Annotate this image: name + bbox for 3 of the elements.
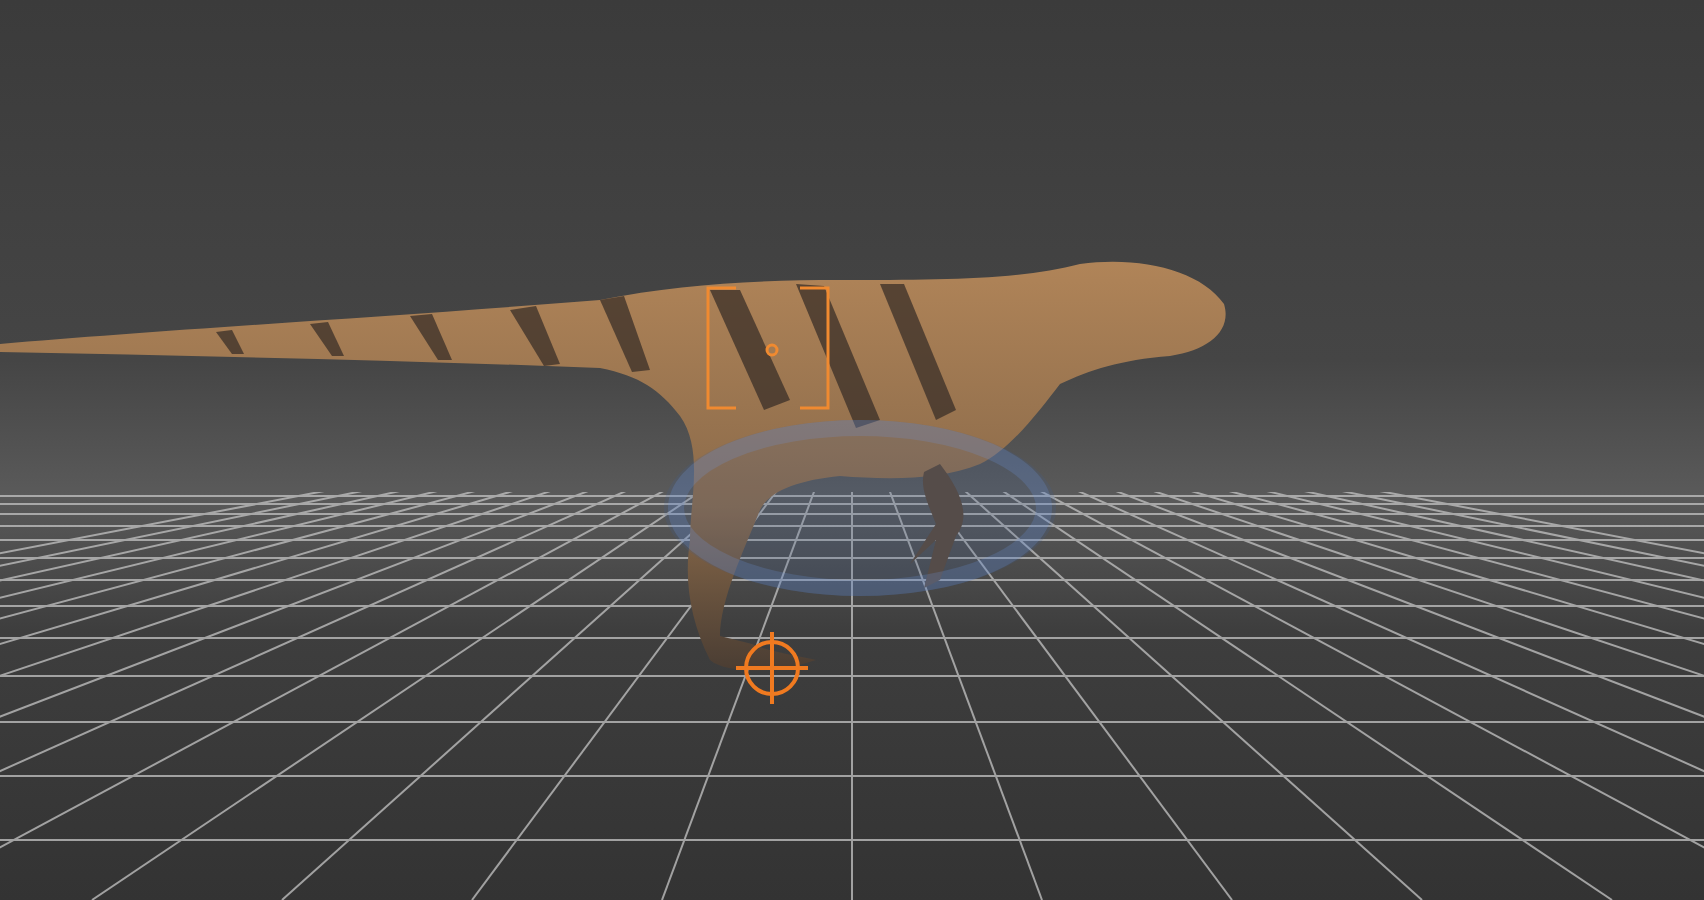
crosshair-target-icon[interactable] — [736, 632, 808, 704]
rotation-gizmo-drawing[interactable] — [664, 420, 1056, 596]
selection-bracket-icon[interactable] — [706, 286, 830, 410]
